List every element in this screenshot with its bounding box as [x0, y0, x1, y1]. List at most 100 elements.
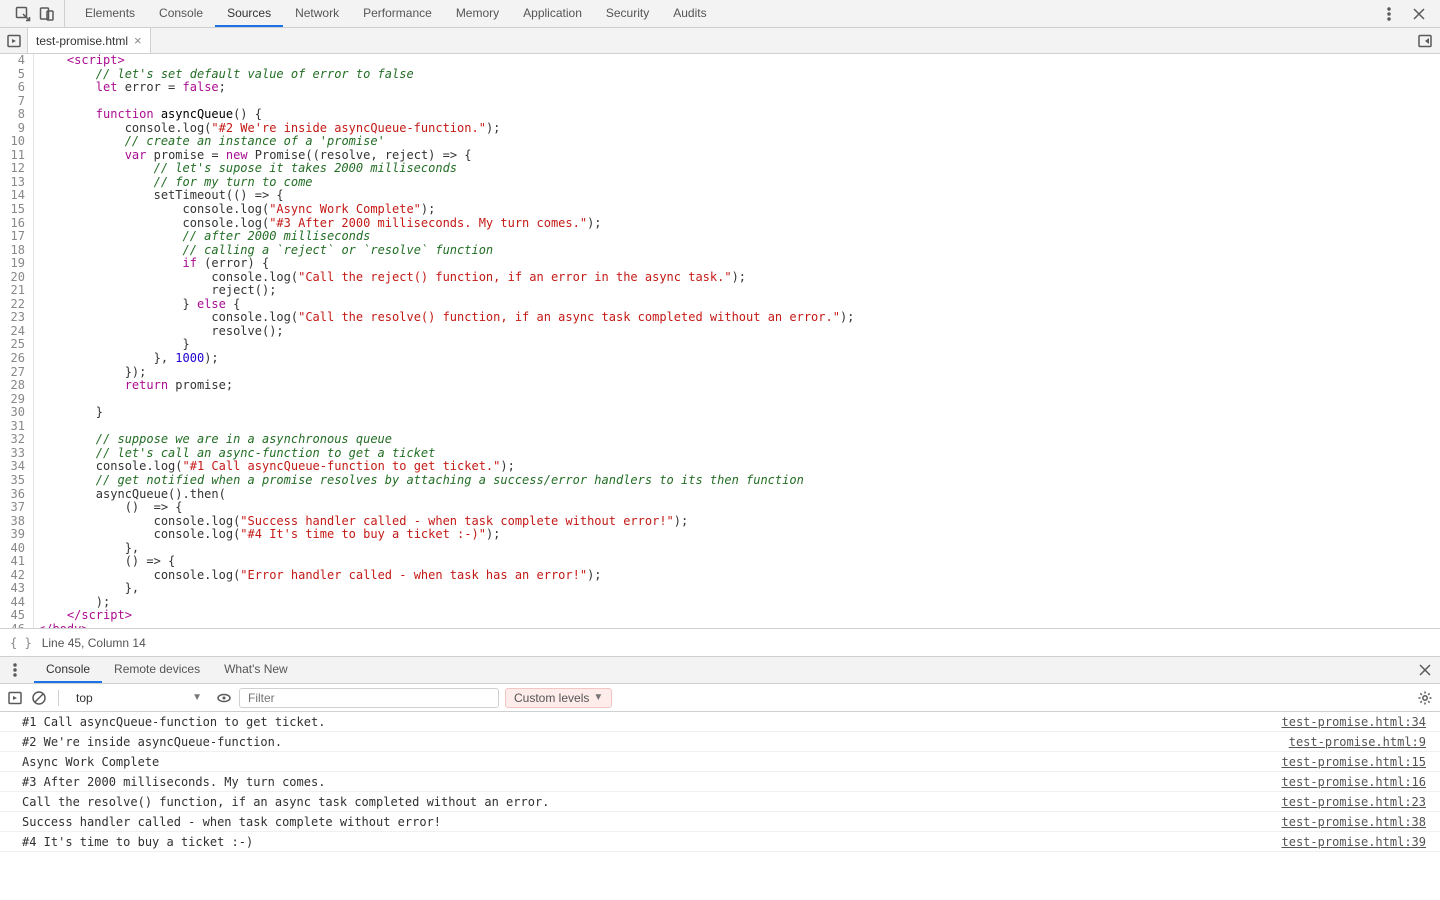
code-line[interactable]: // suppose we are in a asynchronous queu… — [38, 433, 1440, 447]
line-number[interactable]: 20 — [0, 271, 25, 285]
code-line[interactable]: console.log("#3 After 2000 milliseconds.… — [38, 217, 1440, 231]
code-line[interactable]: ); — [38, 596, 1440, 610]
code-line[interactable]: // for my turn to come — [38, 176, 1440, 190]
line-number[interactable]: 11 — [0, 149, 25, 163]
code-line[interactable]: console.log("#1 Call asyncQueue-function… — [38, 460, 1440, 474]
line-number[interactable]: 6 — [0, 81, 25, 95]
drawer-tab-console[interactable]: Console — [34, 657, 102, 683]
code-line[interactable]: // calling a `reject` or `resolve` funct… — [38, 244, 1440, 258]
devtools-tab-elements[interactable]: Elements — [73, 0, 147, 27]
source-editor[interactable]: 4567891011121314151617181920212223242526… — [0, 54, 1440, 628]
drawer-tab-what-s-new[interactable]: What's New — [212, 657, 300, 683]
line-number[interactable]: 45 — [0, 609, 25, 623]
console-message-source-link[interactable]: test-promise.html:38 — [1282, 815, 1427, 829]
code-line[interactable]: } — [38, 406, 1440, 420]
line-number[interactable]: 32 — [0, 433, 25, 447]
pretty-print-icon[interactable]: { } — [10, 636, 32, 650]
code-line[interactable]: // let's call an async-function to get a… — [38, 447, 1440, 461]
line-number[interactable]: 38 — [0, 515, 25, 529]
close-icon[interactable] — [1410, 5, 1428, 23]
close-icon[interactable]: × — [134, 34, 142, 47]
line-number[interactable]: 42 — [0, 569, 25, 583]
code-area[interactable]: <script> // let's set default value of e… — [34, 54, 1440, 628]
devtools-tab-memory[interactable]: Memory — [444, 0, 511, 27]
code-line[interactable]: var promise = new Promise((resolve, reje… — [38, 149, 1440, 163]
devtools-tab-security[interactable]: Security — [594, 0, 661, 27]
code-line[interactable] — [38, 420, 1440, 434]
line-number[interactable]: 30 — [0, 406, 25, 420]
console-filter-input[interactable] — [239, 688, 499, 708]
devtools-tab-performance[interactable]: Performance — [351, 0, 444, 27]
code-line[interactable]: console.log("#4 It's time to buy a ticke… — [38, 528, 1440, 542]
line-number[interactable]: 34 — [0, 460, 25, 474]
code-line[interactable]: // after 2000 milliseconds — [38, 230, 1440, 244]
line-number[interactable]: 29 — [0, 393, 25, 407]
console-message-source-link[interactable]: test-promise.html:16 — [1282, 775, 1427, 789]
log-levels-selector[interactable]: Custom levels ▼ — [505, 688, 612, 708]
console-output[interactable]: #1 Call asyncQueue-function to get ticke… — [0, 712, 1440, 900]
kebab-menu-icon[interactable] — [1380, 5, 1398, 23]
line-number[interactable]: 13 — [0, 176, 25, 190]
file-tab[interactable]: test-promise.html × — [28, 28, 151, 53]
console-message-source-link[interactable]: test-promise.html:23 — [1282, 795, 1427, 809]
code-line[interactable]: () => { — [38, 555, 1440, 569]
line-number[interactable]: 5 — [0, 68, 25, 82]
line-number[interactable]: 8 — [0, 108, 25, 122]
line-number[interactable]: 26 — [0, 352, 25, 366]
code-line[interactable]: return promise; — [38, 379, 1440, 393]
device-toggle-icon[interactable] — [38, 5, 56, 23]
line-number[interactable]: 25 — [0, 338, 25, 352]
navigator-toggle-icon[interactable] — [5, 32, 23, 50]
line-number[interactable]: 23 — [0, 311, 25, 325]
line-number[interactable]: 17 — [0, 230, 25, 244]
toggle-right-pane-icon[interactable] — [1416, 32, 1434, 50]
code-line[interactable]: // let's set default value of error to f… — [38, 68, 1440, 82]
line-number[interactable]: 40 — [0, 542, 25, 556]
line-number[interactable]: 7 — [0, 95, 25, 109]
line-number[interactable]: 16 — [0, 217, 25, 231]
line-number[interactable]: 15 — [0, 203, 25, 217]
close-icon[interactable] — [1416, 661, 1434, 679]
execution-context-selector[interactable]: top ▼ — [69, 688, 209, 708]
code-line[interactable]: asyncQueue().then( — [38, 488, 1440, 502]
code-line[interactable]: console.log("Call the resolve() function… — [38, 311, 1440, 325]
inspect-element-icon[interactable] — [14, 5, 32, 23]
drawer-tab-remote-devices[interactable]: Remote devices — [102, 657, 212, 683]
kebab-menu-icon[interactable] — [6, 661, 24, 679]
devtools-tab-network[interactable]: Network — [283, 0, 351, 27]
code-line[interactable]: console.log("Call the reject() function,… — [38, 271, 1440, 285]
line-number[interactable]: 24 — [0, 325, 25, 339]
code-line[interactable]: }); — [38, 366, 1440, 380]
code-line[interactable]: resolve(); — [38, 325, 1440, 339]
sidebar-toggle-icon[interactable] — [6, 689, 24, 707]
console-message-source-link[interactable]: test-promise.html:34 — [1282, 715, 1427, 729]
code-line[interactable]: console.log("Error handler called - when… — [38, 569, 1440, 583]
line-number[interactable]: 9 — [0, 122, 25, 136]
code-line[interactable] — [38, 95, 1440, 109]
devtools-tab-sources[interactable]: Sources — [215, 0, 283, 27]
code-line[interactable]: </script> — [38, 609, 1440, 623]
line-number[interactable]: 44 — [0, 596, 25, 610]
code-line[interactable]: // get notified when a promise resolves … — [38, 474, 1440, 488]
code-line[interactable]: () => { — [38, 501, 1440, 515]
code-line[interactable]: } else { — [38, 298, 1440, 312]
line-number[interactable]: 35 — [0, 474, 25, 488]
line-number[interactable]: 39 — [0, 528, 25, 542]
line-number[interactable]: 36 — [0, 488, 25, 502]
code-line[interactable]: }, 1000); — [38, 352, 1440, 366]
code-line[interactable]: reject(); — [38, 284, 1440, 298]
code-line[interactable]: // let's supose it takes 2000 millisecon… — [38, 162, 1440, 176]
line-number[interactable]: 4 — [0, 54, 25, 68]
code-line[interactable]: // create an instance of a 'promise' — [38, 135, 1440, 149]
line-number[interactable]: 31 — [0, 420, 25, 434]
code-line[interactable]: function asyncQueue() { — [38, 108, 1440, 122]
code-line[interactable]: }, — [38, 542, 1440, 556]
line-number[interactable]: 43 — [0, 582, 25, 596]
code-line[interactable]: console.log("#2 We're inside asyncQueue-… — [38, 122, 1440, 136]
line-number[interactable]: 28 — [0, 379, 25, 393]
code-line[interactable] — [38, 393, 1440, 407]
code-line[interactable]: console.log("Async Work Complete"); — [38, 203, 1440, 217]
code-line[interactable]: console.log("Success handler called - wh… — [38, 515, 1440, 529]
line-number[interactable]: 33 — [0, 447, 25, 461]
code-line[interactable]: <script> — [38, 54, 1440, 68]
